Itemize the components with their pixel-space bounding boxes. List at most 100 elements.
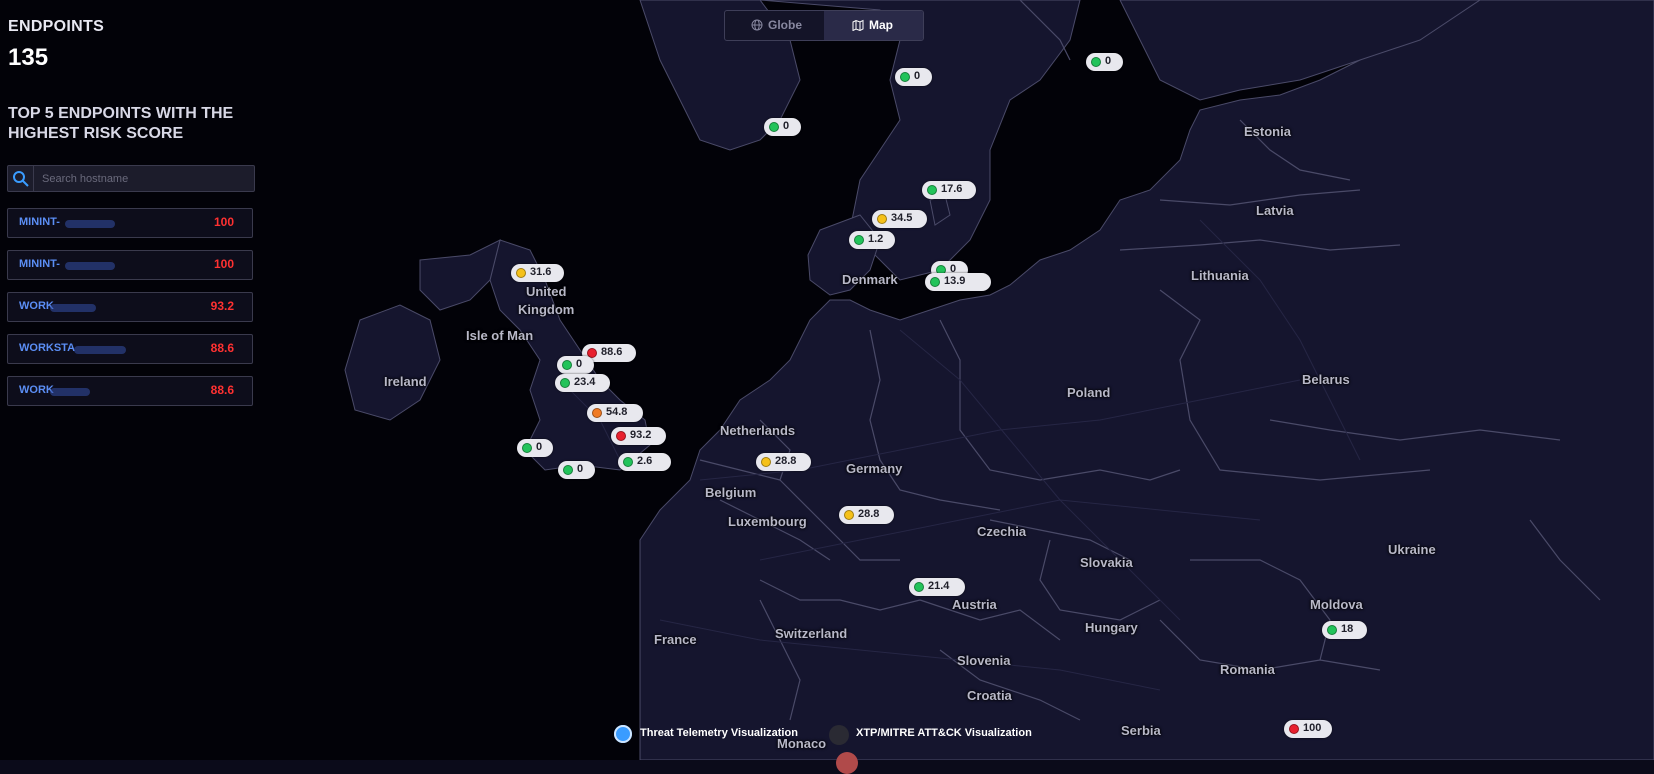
endpoint-row[interactable]: WORK 93.2 <box>7 292 253 322</box>
status-dot <box>623 457 633 467</box>
endpoint-row[interactable]: WORK 88.6 <box>7 376 253 406</box>
endpoints-label: ENDPOINTS <box>8 18 105 35</box>
endpoints-count: 135 <box>8 44 49 71</box>
redacted-hostname <box>65 220 115 228</box>
view-toggle: Globe Map <box>724 10 924 41</box>
map-icon <box>852 19 864 31</box>
risk-score: 93.2 <box>210 299 234 313</box>
partial-indicator <box>836 752 858 774</box>
endpoint-marker[interactable]: 28.8 <box>839 506 894 524</box>
marker-value: 31.6 <box>530 266 552 278</box>
status-dot <box>844 510 854 520</box>
country-label-romania: Romania <box>1220 662 1275 677</box>
map-view-button[interactable]: Map <box>824 11 923 40</box>
endpoint-row[interactable]: MININT- 100 <box>7 208 253 238</box>
search-input[interactable] <box>40 169 249 189</box>
country-label-netherlands: Netherlands <box>720 423 796 438</box>
country-label-czechia: Czechia <box>977 524 1027 539</box>
endpoint-marker[interactable]: 0 <box>517 439 553 457</box>
threat-telemetry-radio[interactable] <box>614 725 632 743</box>
threat-telemetry-label[interactable]: Threat Telemetry Visualization <box>640 727 798 739</box>
endpoint-marker[interactable]: 54.8 <box>587 404 643 422</box>
risk-score: 100 <box>213 257 234 271</box>
status-dot <box>900 72 910 82</box>
marker-value: 13.9 <box>944 275 966 287</box>
country-label-denmark: Denmark <box>842 272 898 287</box>
endpoints-panel: ENDPOINTS 135 TOP 5 ENDPOINTS WITH THE H… <box>0 0 260 760</box>
endpoint-hostname: WORK <box>19 384 54 396</box>
redacted-hostname <box>50 304 96 312</box>
endpoint-hostname: WORKSTA <box>19 342 76 354</box>
marker-value: 2.6 <box>637 455 653 467</box>
top-endpoints-list: MININT- 100 MININT- 100 WORK 93.2 WORKST… <box>7 208 253 418</box>
marker-value: 34.5 <box>891 212 913 224</box>
endpoint-marker[interactable]: 1.2 <box>849 231 895 249</box>
country-label-serbia: Serbia <box>1121 723 1161 738</box>
risk-score: 100 <box>213 215 234 229</box>
endpoint-marker[interactable]: 21.4 <box>909 578 965 596</box>
status-dot <box>1091 57 1101 67</box>
endpoint-row[interactable]: MININT- 100 <box>7 250 253 280</box>
status-dot <box>1289 724 1299 734</box>
endpoint-marker[interactable]: 34.5 <box>872 210 927 228</box>
status-dot <box>563 465 573 475</box>
endpoint-marker[interactable]: 23.4 <box>555 374 610 392</box>
status-dot <box>914 582 924 592</box>
marker-value: 88.6 <box>601 346 623 358</box>
endpoint-marker[interactable]: 2.6 <box>618 453 671 471</box>
globe-icon <box>751 19 763 31</box>
xtp-mitre-radio[interactable] <box>829 725 849 745</box>
country-label-united-kingdom: United Kingdom <box>518 284 575 317</box>
country-label-hungary: Hungary <box>1085 620 1138 635</box>
marker-value: 1.2 <box>868 233 884 245</box>
endpoint-marker[interactable]: 93.2 <box>611 427 666 445</box>
marker-value: 18 <box>1341 623 1354 635</box>
endpoint-marker[interactable]: 0 <box>1086 53 1123 71</box>
endpoint-marker[interactable]: 100 <box>1284 720 1332 738</box>
marker-value: 93.2 <box>630 429 652 441</box>
redacted-hostname <box>74 346 126 354</box>
endpoint-marker[interactable]: 0 <box>557 356 594 374</box>
risk-score: 88.6 <box>210 341 234 355</box>
endpoint-marker[interactable]: 31.6 <box>511 264 564 282</box>
endpoint-marker[interactable]: 13.9 <box>925 273 991 291</box>
marker-value: 28.8 <box>858 508 880 520</box>
country-label-france: France <box>654 632 697 647</box>
endpoint-marker[interactable]: 18 <box>1322 621 1367 639</box>
status-dot <box>854 235 864 245</box>
marker-value: 0 <box>536 441 543 453</box>
country-label-moldova: Moldova <box>1310 597 1363 612</box>
country-label-croatia: Croatia <box>967 688 1012 703</box>
globe-label: Globe <box>768 18 803 32</box>
country-label-ukraine: Ukraine <box>1388 542 1436 557</box>
country-label-belgium: Belgium <box>705 485 757 500</box>
endpoint-marker[interactable]: 0 <box>558 461 595 479</box>
status-dot <box>1327 625 1337 635</box>
status-dot <box>560 378 570 388</box>
country-label-estonia: Estonia <box>1244 124 1291 139</box>
xtp-mitre-label[interactable]: XTP/MITRE ATT&CK Visualization <box>856 727 1032 739</box>
country-label-belarus: Belarus <box>1302 372 1350 387</box>
country-label-luxembourg: Luxembourg <box>728 514 807 529</box>
marker-value: 21.4 <box>928 580 950 592</box>
country-label-germany: Germany <box>846 461 903 476</box>
endpoint-marker[interactable]: 28.8 <box>756 453 811 471</box>
endpoint-row[interactable]: WORKSTA 88.6 <box>7 334 253 364</box>
endpoint-hostname: WORK <box>19 300 54 312</box>
status-dot <box>616 431 626 441</box>
marker-value: 0 <box>1105 55 1112 67</box>
status-dot <box>516 268 526 278</box>
endpoint-marker[interactable]: 17.6 <box>922 181 976 199</box>
search-icon[interactable] <box>8 166 34 191</box>
country-label-poland: Poland <box>1067 385 1111 400</box>
endpoint-marker[interactable]: 0 <box>895 68 932 86</box>
marker-value: 0 <box>783 120 790 132</box>
map-label: Map <box>869 18 893 32</box>
globe-view-button[interactable]: Globe <box>725 11 824 40</box>
status-dot <box>562 360 572 370</box>
country-label-switzerland: Switzerland <box>775 626 848 641</box>
marker-value: 17.6 <box>941 183 963 195</box>
marker-value: 0 <box>914 70 921 82</box>
endpoint-marker[interactable]: 0 <box>764 118 801 136</box>
marker-value: 100 <box>1303 722 1322 734</box>
